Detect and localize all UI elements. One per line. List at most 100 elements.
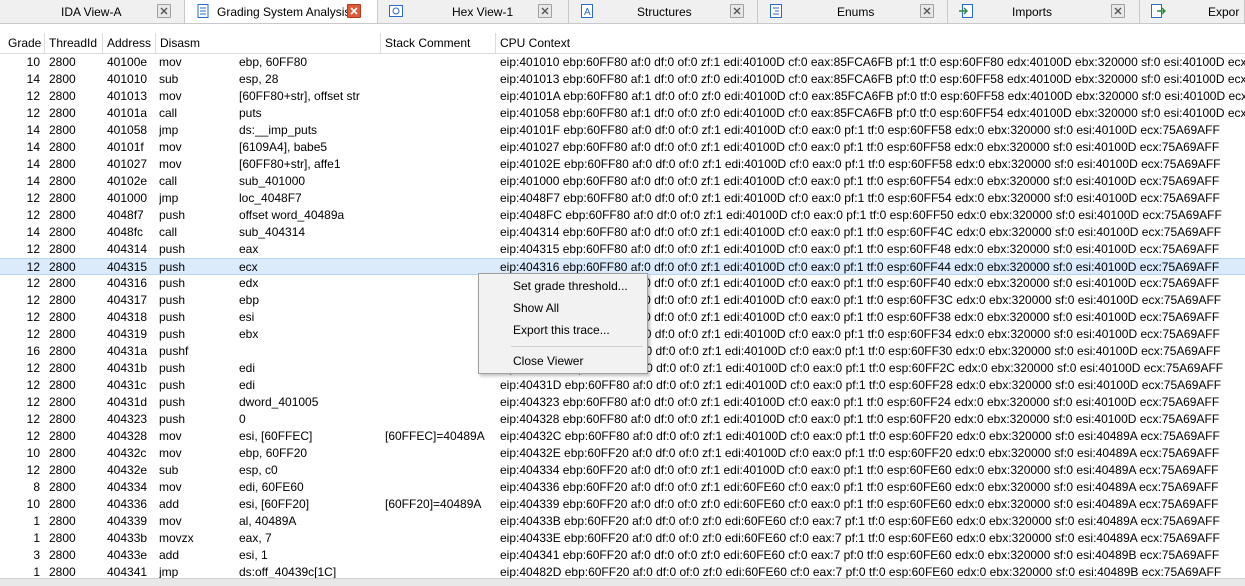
cell-stack-comment [385, 530, 495, 547]
close-icon[interactable] [1111, 4, 1125, 18]
menu-item-show-all[interactable]: Show All [481, 298, 645, 319]
table-row[interactable]: 8 2800 404334 mov edi, 60FE60 eip:404336 ebp:… [0, 479, 1245, 496]
cell-cpu-context: eip:40431D ebp:60FF80 af:0 df:0 of:0 zf:… [500, 378, 1222, 392]
close-icon[interactable] [347, 4, 361, 18]
table-row[interactable]: 12 2800 404323 push 0 eip:404328 ebp:60FF80 a… [0, 411, 1245, 428]
cell-grade: 12 [26, 89, 40, 103]
cell-threadid: 2800 [49, 310, 76, 324]
table-row[interactable]: 14 2800 40102e call sub_401000 eip:401000 ebp… [0, 173, 1245, 190]
cell-stack-comment [385, 564, 495, 578]
table-row[interactable]: 14 2800 40101f mov [6109A4], babe5 eip:401027… [0, 139, 1245, 156]
table-row[interactable]: 12 2800 401013 mov [60FF80+str], offset str e… [0, 88, 1245, 105]
cell-threadid: 2800 [49, 208, 76, 222]
cell-grade: 14 [26, 140, 40, 154]
close-icon[interactable] [538, 4, 552, 18]
tab-label: Enums [837, 5, 875, 19]
cell-mnemonic: add [159, 548, 180, 562]
table-row[interactable]: 1 2800 404339 mov al, 40489A eip:40433B ebp:6… [0, 513, 1245, 530]
menu-item-close-viewer[interactable]: Close Viewer [481, 351, 645, 372]
cell-mnemonic: sub [159, 72, 179, 86]
cell-cpu-context: eip:401000 ebp:60FF80 af:0 df:0 of:0 zf:… [500, 174, 1220, 188]
cell-address: 40101f [107, 140, 144, 154]
tab-structures[interactable]: A Structures [569, 0, 758, 23]
tab-ida-view-a[interactable]: IDA View-A [0, 0, 185, 23]
column-header-address[interactable]: Address [103, 33, 156, 54]
cell-grade: 1 [33, 565, 40, 578]
cell-grade: 12 [26, 412, 40, 426]
cell-threadid: 2800 [49, 191, 76, 205]
cell-threadid: 2800 [49, 276, 76, 290]
table-row[interactable]: 12 2800 404314 push eax eip:404315 ebp:60FF80… [0, 241, 1245, 258]
cell-cpu-context: eip:4048F7 ebp:60FF80 af:0 df:0 of:0 zf:… [500, 191, 1220, 205]
table-row[interactable]: 3 2800 40433e add esi, 1 eip:404341 ebp:60FF2… [0, 547, 1245, 564]
cell-address: 404339 [107, 514, 148, 528]
tab-imports[interactable]: Imports [948, 0, 1140, 23]
tab-exports[interactable]: Expor [1140, 0, 1245, 23]
cell-cpu-context: eip:40432E ebp:60FF20 af:0 df:0 of:0 zf:… [500, 446, 1220, 460]
cell-mnemonic: jmp [159, 565, 179, 578]
table-row[interactable]: 14 2800 401027 mov [60FF80+str], affe1 eip:40… [0, 156, 1245, 173]
horizontal-scrollbar[interactable] [0, 578, 1245, 586]
cell-mnemonic: add [159, 497, 180, 511]
table-row[interactable]: 12 2800 40431d push dword_401005 eip:404323 e… [0, 394, 1245, 411]
table-row[interactable]: 1 2800 404341 jmp ds:off_40439c[1C] eip:40482… [0, 564, 1245, 578]
cell-mnemonic: mov [159, 429, 182, 443]
table-row[interactable]: 12 2800 40101a call puts eip:401058 ebp:60FF8… [0, 105, 1245, 122]
cell-grade: 12 [26, 242, 40, 256]
cell-operands: ds:__imp_puts [239, 123, 318, 137]
tab-enums[interactable]: Enums [758, 0, 948, 23]
cell-operands: al, 40489A [239, 514, 297, 528]
cell-mnemonic: push [159, 395, 186, 409]
cell-address: 404334 [107, 480, 148, 494]
table-row[interactable]: 12 2800 401000 jmp loc_4048F7 eip:4048F7 ebp:… [0, 190, 1245, 207]
table-row[interactable]: 14 2800 401058 jmp ds:__imp_puts eip:40101F e… [0, 122, 1245, 139]
table-row[interactable]: 12 2800 404328 mov esi, [60FFEC] [60FFEC]=404… [0, 428, 1245, 445]
table-row[interactable]: 10 2800 40432c mov ebp, 60FF20 eip:40432E ebp… [0, 445, 1245, 462]
cell-grade: 12 [26, 395, 40, 409]
cell-threadid: 2800 [49, 480, 76, 494]
cell-cpu-context: eip:401010 ebp:60FF80 af:0 df:0 of:0 zf:… [500, 55, 1245, 69]
cell-threadid: 2800 [49, 497, 76, 511]
cell-grade: 10 [26, 497, 40, 511]
cell-address: 40433b [107, 531, 148, 545]
cell-cpu-context: eip:404341 ebp:60FF20 af:0 df:0 of:0 zf:… [500, 548, 1220, 562]
table-row[interactable]: 14 2800 4048fc call sub_404314 eip:404314 ebp… [0, 224, 1245, 241]
cell-mnemonic: mov [159, 480, 182, 494]
tab-label: Expor [1208, 5, 1240, 19]
cell-operands: esi, [60FFEC] [239, 429, 313, 443]
cell-threadid: 2800 [49, 242, 76, 256]
cell-mnemonic: sub [159, 463, 179, 477]
cell-address: 404317 [107, 293, 148, 307]
table-row[interactable]: 1 2800 40433b movzx eax, 7 eip:40433E ebp:60F… [0, 530, 1245, 547]
cell-address: 404336 [107, 497, 148, 511]
column-header-threadid[interactable]: ThreadId [45, 33, 103, 54]
cell-operands: ebx [239, 327, 259, 341]
column-header-grade[interactable]: Grade [4, 33, 45, 54]
table-row[interactable]: 12 2800 40431c push edi eip:40431D ebp:60FF80… [0, 377, 1245, 394]
close-icon[interactable] [920, 4, 934, 18]
cell-address: 40100e [107, 55, 148, 69]
table-row[interactable]: 12 2800 4048f7 push offset word_40489a eip:40… [0, 207, 1245, 224]
cell-operands: edi [239, 378, 256, 392]
table-row[interactable]: 14 2800 401010 sub esp, 28 eip:401013 ebp:60F… [0, 71, 1245, 88]
context-menu: Set grade threshold... Show All Export t… [478, 273, 648, 374]
column-header-cpu-context[interactable]: CPU Context [496, 33, 1245, 54]
tab-hex-view-1[interactable]: Hex View-1 [378, 0, 569, 23]
tab-grading-system-analysis[interactable]: Grading System Analysis [185, 0, 378, 23]
table-row[interactable]: 10 2800 40100e mov ebp, 60FF80 eip:401010 ebp… [0, 54, 1245, 71]
cell-operands: ebp, 60FF80 [239, 55, 308, 69]
cell-cpu-context: eip:40482D ebp:60FF20 af:0 df:0 of:0 zf:… [500, 565, 1222, 578]
menu-item-export-trace[interactable]: Export this trace... [481, 320, 645, 341]
cell-threadid: 2800 [49, 514, 76, 528]
close-icon[interactable] [730, 4, 744, 18]
close-icon[interactable] [157, 4, 171, 18]
column-header-stack-comment[interactable]: Stack Comment [381, 33, 496, 54]
tab-label: Imports [1012, 5, 1053, 19]
cell-mnemonic: call [159, 225, 178, 239]
menu-item-set-grade-threshold[interactable]: Set grade threshold... [481, 276, 645, 297]
cell-stack-comment [385, 394, 495, 411]
table-row[interactable]: 10 2800 404336 add esi, [60FF20] [60FF20]=404… [0, 496, 1245, 513]
cell-operands: ecx [239, 260, 258, 274]
column-header-disasm[interactable]: Disasm [156, 33, 381, 54]
table-row[interactable]: 12 2800 40432e sub esp, c0 eip:404334 ebp:60F… [0, 462, 1245, 479]
